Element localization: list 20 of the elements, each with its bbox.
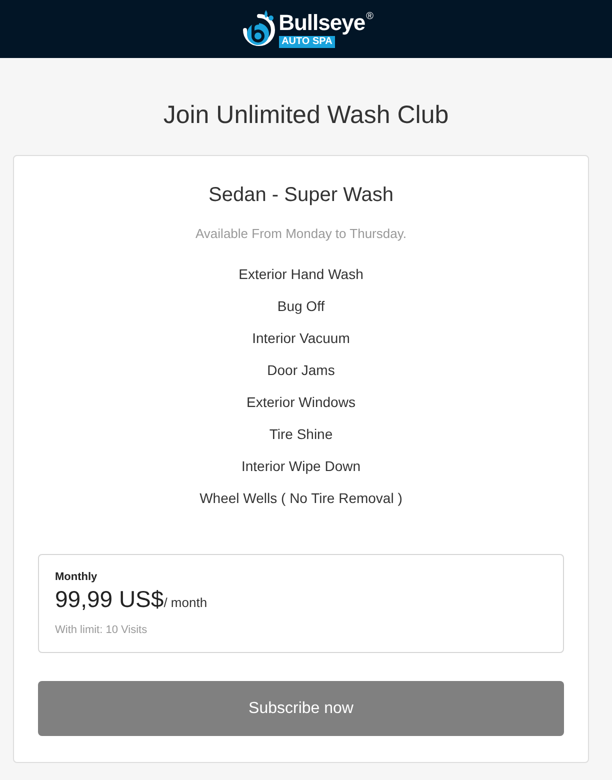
brand-logo[interactable]: Bullseye® AUTO SPA: [238, 8, 374, 50]
plan-title: Sedan - Super Wash: [208, 183, 394, 208]
feature-item: Interior Vacuum: [252, 329, 350, 348]
page-title: Join Unlimited Wash Club: [162, 100, 450, 131]
feature-item: Bug Off: [277, 297, 325, 316]
registered-mark: ®: [366, 10, 374, 22]
price-amount: 99,99 US$: [55, 585, 164, 613]
feature-item: Exterior Windows: [246, 393, 356, 412]
feature-item: Wheel Wells ( No Tire Removal ): [200, 489, 402, 508]
feature-item: Door Jams: [267, 361, 335, 380]
feature-item: Interior Wipe Down: [241, 457, 361, 476]
brand-name: Bullseye: [278, 10, 366, 34]
billing-period: Monthly: [55, 570, 98, 585]
price-unit: / month: [164, 594, 208, 612]
brand-tagline: AUTO SPA: [278, 36, 336, 48]
visit-limit: With limit: 10 Visits: [55, 623, 148, 638]
feature-item: Exterior Hand Wash: [238, 265, 364, 284]
feature-item: Tire Shine: [269, 425, 333, 444]
availability-text: Available From Monday to Thursday.: [196, 225, 406, 243]
subscribe-button[interactable]: Subscribe now: [38, 681, 564, 736]
